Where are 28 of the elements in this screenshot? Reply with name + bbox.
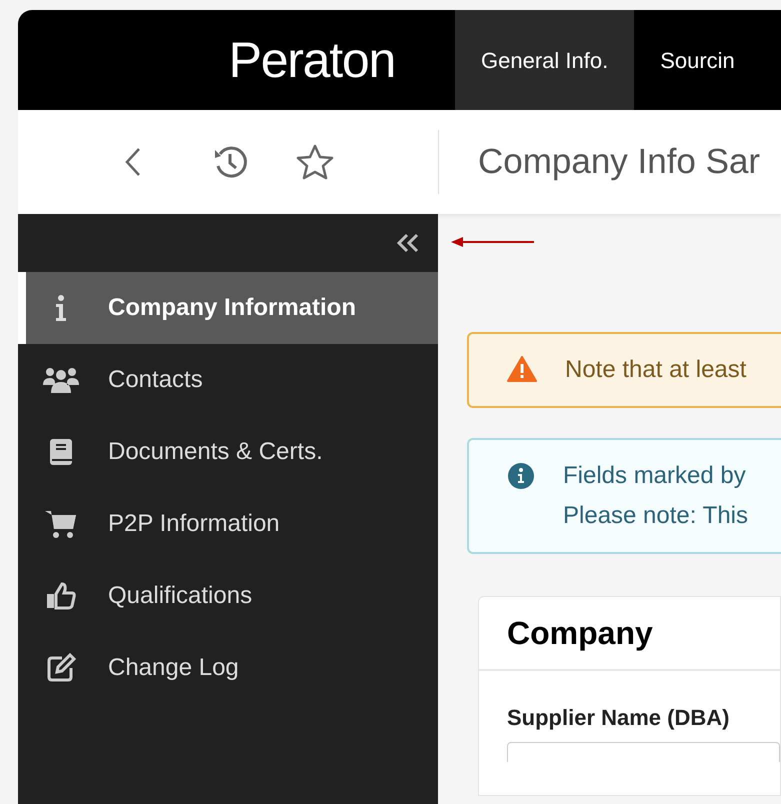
thumbs-up-icon xyxy=(46,582,76,610)
double-chevron-left-icon xyxy=(396,233,420,253)
card-title: Company xyxy=(507,614,653,653)
users-icon xyxy=(43,367,79,393)
back-icon xyxy=(125,147,141,177)
sidebar-item[interactable]: P2P Information xyxy=(18,488,438,560)
info-icon xyxy=(54,294,68,322)
nav-tab[interactable]: General Info. xyxy=(455,10,634,110)
edit-icon xyxy=(46,653,76,683)
alert-text: Please note: This xyxy=(563,501,748,531)
cart-icon xyxy=(45,509,77,539)
star-icon xyxy=(296,144,334,180)
input-field[interactable] xyxy=(507,742,780,762)
page-title: Company Info Sar xyxy=(478,140,760,183)
warning-icon xyxy=(507,356,537,382)
sidebar-item[interactable]: Documents & Certs. xyxy=(18,416,438,488)
alert-text: Fields marked by xyxy=(563,461,747,491)
info-icon xyxy=(507,462,535,490)
sidebar-item[interactable]: Qualifications xyxy=(18,560,438,632)
history-icon xyxy=(212,144,248,180)
brand-logo: Peraton xyxy=(228,35,395,85)
sidebar-item[interactable]: Contacts xyxy=(18,344,438,416)
alert-text: Note that at least xyxy=(565,355,746,385)
favorite-button[interactable] xyxy=(295,142,335,182)
sidebar-item[interactable]: Change Log xyxy=(18,632,438,704)
field-label: Supplier Name (DBA) xyxy=(507,705,730,730)
book-icon xyxy=(47,437,75,467)
sidebar-item[interactable]: Company Information xyxy=(18,272,438,344)
